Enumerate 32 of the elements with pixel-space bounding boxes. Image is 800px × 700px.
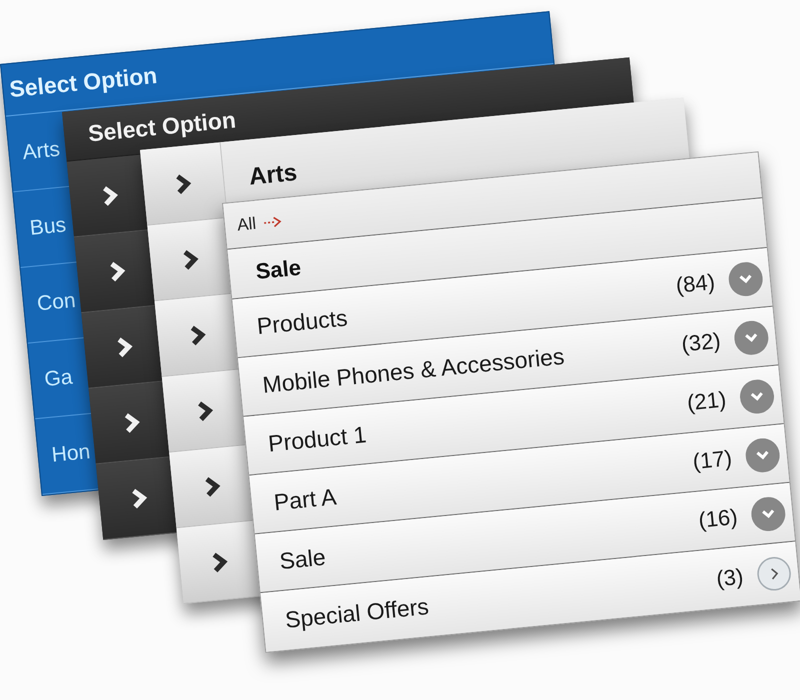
chevron-right-icon[interactable]: [196, 398, 214, 422]
chevron-right-icon[interactable]: [116, 334, 134, 358]
item-count: (3): [715, 563, 744, 592]
menu-item[interactable]: Bus: [28, 212, 68, 240]
item-count: (17): [692, 445, 734, 475]
menu-title: Arts: [246, 158, 298, 192]
item-count: (84): [674, 269, 716, 299]
chevron-right-icon[interactable]: [130, 486, 148, 510]
chevron-down-icon[interactable]: [732, 319, 770, 356]
back-link[interactable]: All: [236, 210, 283, 236]
chevron-right-icon[interactable]: [188, 323, 207, 346]
item-count: (21): [686, 386, 728, 416]
item-count: (16): [697, 504, 739, 534]
chevron-right-icon[interactable]: [101, 184, 120, 207]
menu-item[interactable]: Ga: [43, 365, 74, 392]
chevron-right-icon[interactable]: [108, 259, 126, 283]
chevron-right-icon[interactable]: [204, 474, 222, 498]
menu-item[interactable]: Hon: [50, 440, 92, 468]
menu-title: Select Option: [86, 106, 238, 148]
menu-title: Select Option: [8, 62, 158, 104]
chevron-down-icon[interactable]: [744, 436, 782, 474]
section-title: Sale: [254, 254, 302, 285]
chevron-down-icon[interactable]: [738, 378, 776, 416]
chevron-down-icon[interactable]: [750, 496, 787, 533]
item-count: (32): [680, 328, 722, 358]
menu-item[interactable]: Arts: [21, 137, 61, 165]
chevron-right-icon[interactable]: [210, 550, 229, 574]
chevron-right-icon[interactable]: [174, 172, 192, 196]
dashed-arrow-icon: [263, 214, 282, 229]
chevron-down-icon[interactable]: [727, 260, 764, 298]
menu-item[interactable]: Con: [36, 288, 77, 316]
chevron-right-icon[interactable]: [123, 410, 142, 434]
